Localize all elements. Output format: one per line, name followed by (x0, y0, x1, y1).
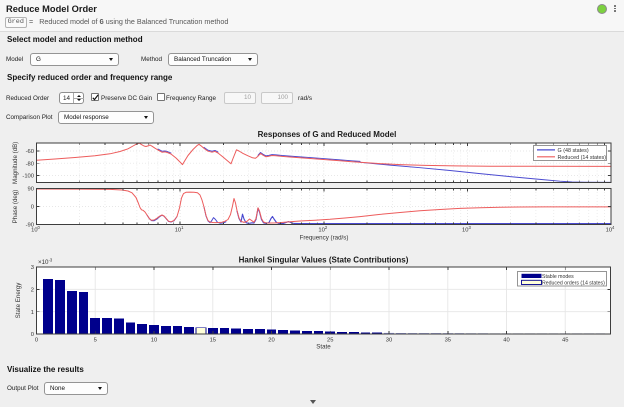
svg-text:10: 10 (151, 338, 157, 344)
svg-text:G (48 states): G (48 states) (558, 148, 589, 154)
svg-text:-60: -60 (26, 149, 34, 155)
svg-text:35: 35 (445, 338, 451, 344)
svg-text:State Energy: State Energy (15, 282, 22, 319)
svg-text:0: 0 (31, 205, 34, 211)
svg-text:20: 20 (268, 338, 274, 344)
svg-text:State: State (316, 344, 331, 351)
svg-text:Responses of G and Reduced Mod: Responses of G and Reduced Model (258, 130, 397, 139)
svg-text:90: 90 (28, 187, 34, 193)
svg-text:0: 0 (31, 332, 34, 338)
svg-text:15: 15 (210, 338, 216, 344)
svg-text:Reduced (14 states): Reduced (14 states) (558, 155, 607, 161)
svg-text:0: 0 (35, 338, 38, 344)
svg-text:104: 104 (606, 225, 615, 234)
svg-text:101: 101 (175, 225, 184, 234)
svg-text:5: 5 (94, 338, 97, 344)
svg-text:×10-3: ×10-3 (38, 258, 53, 267)
svg-text:Stable modes: Stable modes (542, 274, 574, 280)
svg-text:2: 2 (31, 288, 34, 294)
svg-text:Frequency (rad/s): Frequency (rad/s) (300, 235, 349, 242)
svg-text:Reduced orders (14 states): Reduced orders (14 states) (542, 281, 605, 287)
svg-text:Hankel Singular Values (State: Hankel Singular Values (State Contributi… (239, 256, 409, 265)
svg-text:-80: -80 (26, 161, 34, 167)
svg-text:Phase (deg): Phase (deg) (12, 190, 19, 224)
svg-text:103: 103 (462, 225, 471, 234)
svg-text:3: 3 (31, 265, 34, 271)
svg-text:Magnitude (dB): Magnitude (dB) (12, 142, 19, 184)
svg-text:40: 40 (503, 338, 509, 344)
svg-text:30: 30 (386, 338, 392, 344)
svg-text:-100: -100 (22, 174, 34, 180)
svg-text:102: 102 (318, 225, 327, 234)
svg-text:45: 45 (562, 338, 568, 344)
svg-text:1: 1 (31, 310, 34, 316)
